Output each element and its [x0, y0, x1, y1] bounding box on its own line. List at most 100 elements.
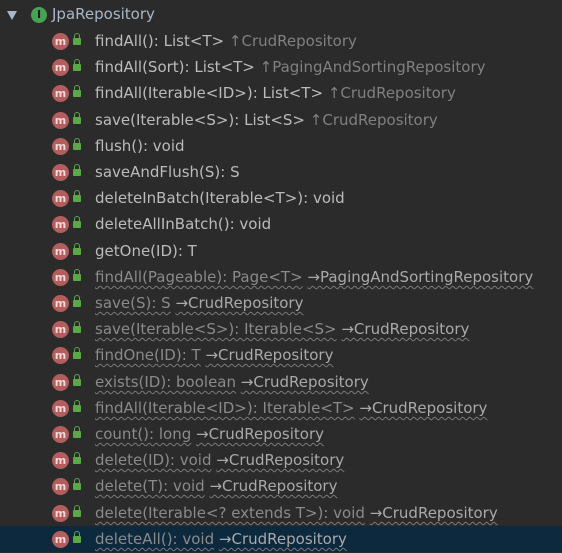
tree-root-jparepository[interactable]: I JpaRepository	[0, 3, 562, 27]
method-signature: findAll(Iterable<ID>): List<T>	[95, 84, 324, 102]
public-lock-icon	[73, 138, 81, 150]
inherited-from-label: →CrudRepository	[196, 425, 324, 443]
tree-method-row[interactable]: m findAll(): List<T> ↑CrudRepository	[0, 28, 562, 54]
public-lock-icon	[73, 374, 81, 386]
tree-root-label: JpaRepository	[52, 5, 155, 23]
public-lock-icon	[73, 400, 81, 412]
inherited-from-label: →CrudRepository	[369, 504, 498, 522]
tree-method-row[interactable]: m deleteAll(): void →CrudRepository	[0, 526, 562, 552]
tree-method-row[interactable]: m delete(Iterable<? extends T>): void →Cr…	[0, 500, 562, 526]
method-label: findAll(Pageable): Page<T> →PagingAndSor…	[95, 268, 533, 286]
method-icon: m	[52, 531, 69, 548]
inherited-from-label: →CrudRepository	[341, 320, 470, 338]
tree-method-row[interactable]: m findAll(Iterable<ID>): List<T> ↑CrudRep…	[0, 80, 562, 106]
public-lock-icon	[73, 531, 81, 543]
tree-method-row[interactable]: m save(S): S →CrudRepository	[0, 290, 562, 316]
tree-method-row[interactable]: m deleteInBatch(Iterable<T>): void	[0, 185, 562, 211]
method-label: findOne(ID): T →CrudRepository	[95, 346, 333, 364]
inherited-from-label: ↑CrudRepository	[309, 111, 438, 129]
public-lock-icon	[73, 164, 81, 176]
public-lock-icon	[73, 85, 81, 97]
public-lock-icon	[73, 295, 81, 307]
tree-method-row[interactable]: m count(): long →CrudRepository	[0, 421, 562, 447]
method-label: deleteAllInBatch(): void	[95, 215, 271, 233]
tree-method-row[interactable]: m findAll(Sort): List<T> ↑PagingAndSortin…	[0, 54, 562, 80]
method-label: saveAndFlush(S): S	[95, 163, 240, 181]
method-icon: m	[52, 295, 69, 312]
method-signature: deleteInBatch(Iterable<T>): void	[95, 189, 345, 207]
method-icon: m	[52, 59, 69, 76]
method-signature: findAll(Sort): List<T>	[95, 58, 255, 76]
method-label: findAll(): List<T> ↑CrudRepository	[95, 32, 357, 50]
method-label: count(): long →CrudRepository	[95, 425, 324, 443]
method-icon: m	[52, 426, 69, 443]
method-icon: m	[52, 452, 69, 469]
tree-method-row[interactable]: m saveAndFlush(S): S	[0, 159, 562, 185]
method-signature: count(): long	[95, 425, 192, 443]
method-icon: m	[52, 243, 69, 260]
method-label: deleteInBatch(Iterable<T>): void	[95, 189, 345, 207]
tree-method-row[interactable]: m save(Iterable<S>): Iterable<S> →CrudRep…	[0, 316, 562, 342]
inherited-from-label: →CrudRepository	[240, 373, 369, 391]
method-label: findAll(Iterable<ID>): Iterable<T> →Crud…	[95, 399, 487, 417]
interface-icon: I	[31, 7, 47, 23]
expand-arrow-icon[interactable]	[7, 11, 17, 20]
tree-method-row[interactable]: m save(Iterable<S>): List<S> ↑CrudReposit…	[0, 107, 562, 133]
public-lock-icon	[73, 190, 81, 202]
tree-method-row[interactable]: m deleteAllInBatch(): void	[0, 211, 562, 237]
method-icon: m	[52, 374, 69, 391]
public-lock-icon	[73, 33, 81, 45]
inherited-from-label: →CrudRepository	[175, 294, 304, 312]
inherited-from-label: →CrudRepository	[205, 346, 334, 364]
public-lock-icon	[73, 112, 81, 124]
public-lock-icon	[73, 347, 81, 359]
method-signature: save(Iterable<S>): List<S>	[95, 111, 305, 129]
public-lock-icon	[73, 243, 81, 255]
method-signature: delete(ID): void	[95, 451, 212, 469]
method-icon: m	[52, 33, 69, 50]
public-lock-icon	[73, 59, 81, 71]
method-icon: m	[52, 190, 69, 207]
tree-method-row[interactable]: m findAll(Pageable): Page<T> →PagingAndSo…	[0, 264, 562, 290]
method-signature: save(S): S	[95, 294, 171, 312]
method-signature: deleteAllInBatch(): void	[95, 215, 272, 233]
method-signature: findAll(Pageable): Page<T>	[95, 268, 303, 286]
public-lock-icon	[73, 426, 81, 438]
method-icon: m	[52, 321, 69, 338]
method-label: exists(ID): boolean →CrudRepository	[95, 373, 369, 391]
tree-method-row[interactable]: m findAll(Iterable<ID>): Iterable<T> →Cru…	[0, 395, 562, 421]
method-signature: deleteAll(): void	[95, 530, 215, 548]
method-signature: save(Iterable<S>): Iterable<S>	[95, 320, 337, 338]
method-label: delete(T): void →CrudRepository	[95, 477, 337, 495]
tree-method-row[interactable]: m findOne(ID): T →CrudRepository	[0, 342, 562, 368]
public-lock-icon	[73, 505, 81, 517]
method-label: save(Iterable<S>): List<S> ↑CrudReposito…	[95, 111, 438, 129]
method-icon: m	[52, 216, 69, 233]
method-label: findAll(Sort): List<T> ↑PagingAndSorting…	[95, 58, 486, 76]
inherited-from-label: →CrudRepository	[209, 477, 338, 495]
method-icon: m	[52, 164, 69, 181]
method-label: delete(ID): void →CrudRepository	[95, 451, 344, 469]
method-icon: m	[52, 478, 69, 495]
tree-method-row[interactable]: m delete(ID): void →CrudRepository	[0, 447, 562, 473]
method-icon: m	[52, 112, 69, 129]
tree-method-row[interactable]: m flush(): void	[0, 133, 562, 159]
method-label: save(Iterable<S>): Iterable<S> →CrudRepo…	[95, 320, 469, 338]
method-signature: delete(Iterable<? extends T>): void	[95, 504, 365, 522]
public-lock-icon	[73, 321, 81, 333]
tree-method-row[interactable]: m getOne(ID): T	[0, 238, 562, 264]
method-icon: m	[52, 505, 69, 522]
method-label: findAll(Iterable<ID>): List<T> ↑CrudRepo…	[95, 84, 456, 102]
method-signature: findAll(Iterable<ID>): Iterable<T>	[95, 399, 355, 417]
method-label: delete(Iterable<? extends T>): void →Cru…	[95, 504, 498, 522]
tree-method-row[interactable]: m delete(T): void →CrudRepository	[0, 473, 562, 499]
method-icon: m	[52, 138, 69, 155]
inherited-from-label: ↑PagingAndSortingRepository	[259, 58, 486, 76]
method-label: deleteAll(): void →CrudRepository	[95, 530, 347, 548]
method-icon: m	[52, 85, 69, 102]
tree-method-row[interactable]: m exists(ID): boolean →CrudRepository	[0, 369, 562, 395]
inherited-from-label: ↑CrudRepository	[327, 84, 456, 102]
inherited-from-label: ↑CrudRepository	[228, 32, 357, 50]
inherited-from-label: →CrudRepository	[216, 451, 345, 469]
method-icon: m	[52, 347, 69, 364]
